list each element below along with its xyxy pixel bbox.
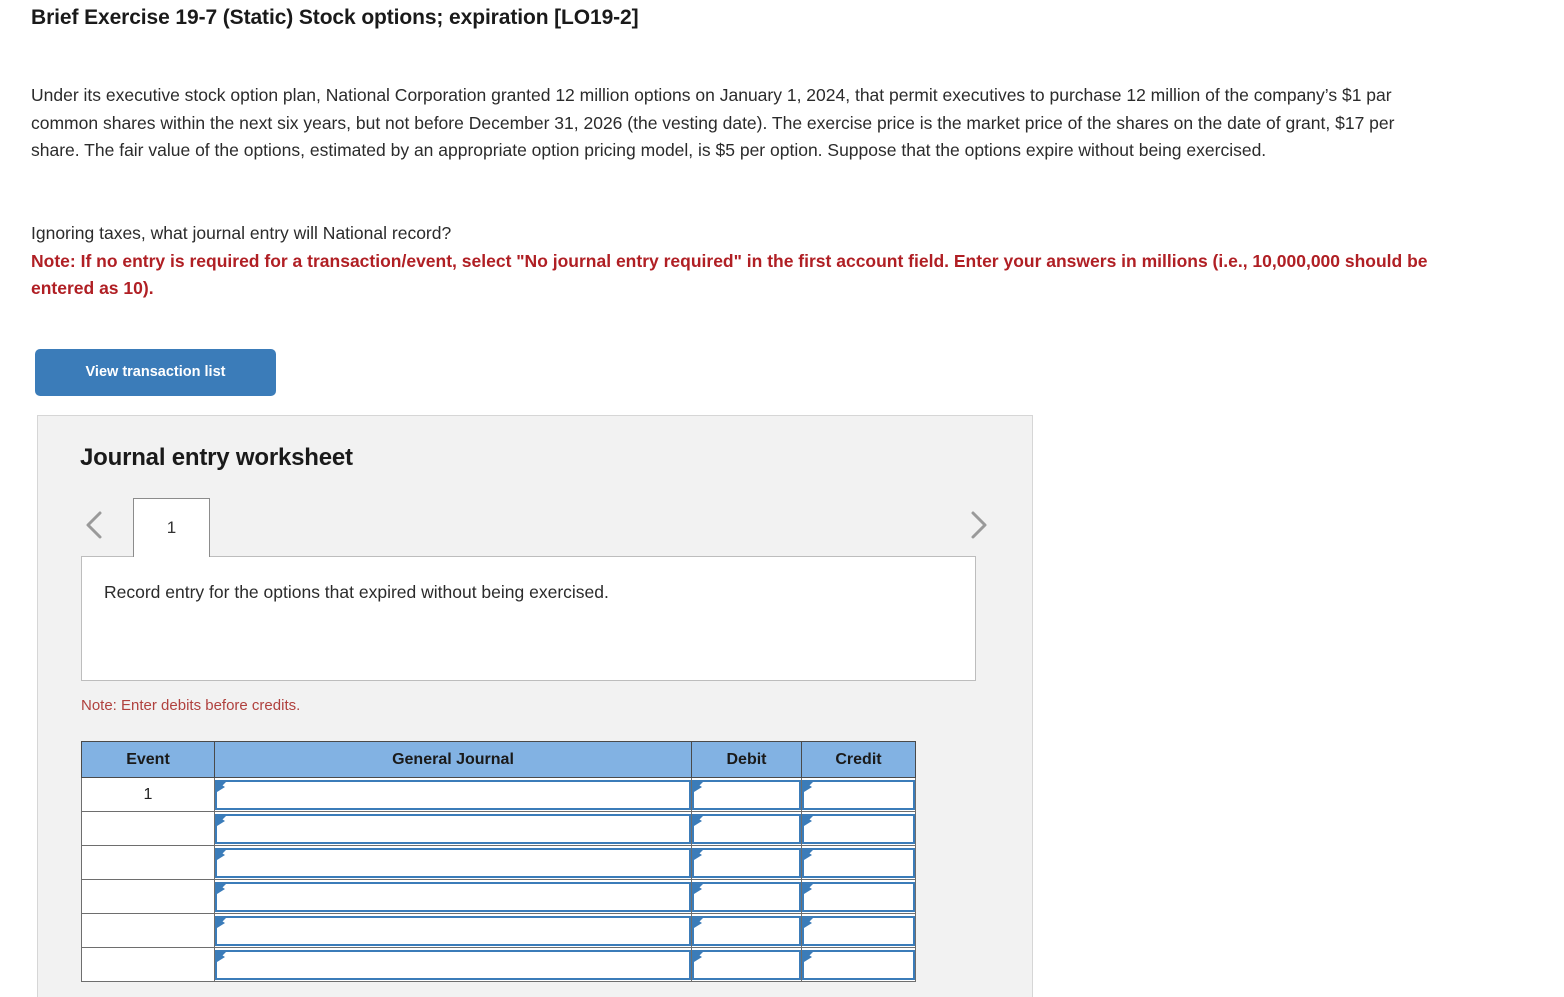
event-cell (81, 811, 215, 846)
answer-format-note: Note: If no entry is required for a tran… (31, 250, 1428, 299)
table-row (81, 811, 916, 846)
credit-input[interactable] (802, 813, 915, 844)
debit-input[interactable] (692, 881, 801, 912)
debit-input[interactable] (692, 813, 801, 844)
account-select-input[interactable] (215, 949, 691, 980)
general-journal-cell (214, 811, 692, 846)
event-cell: 1 (81, 777, 215, 812)
credit-cell (801, 777, 916, 812)
table-row (81, 845, 916, 880)
debit-cell (691, 947, 802, 982)
general-journal-cell (214, 913, 692, 948)
column-header-event: Event (81, 741, 215, 778)
worksheet-description-box: Record entry for the options that expire… (81, 556, 976, 681)
debit-cell (691, 913, 802, 948)
event-cell (81, 947, 215, 982)
account-select-input[interactable] (215, 915, 691, 946)
credit-input[interactable] (802, 949, 915, 980)
credit-cell (801, 811, 916, 846)
debit-cell (691, 811, 802, 846)
credit-cell (801, 913, 916, 948)
event-cell (81, 845, 215, 880)
table-header-row: Event General Journal Debit Credit (81, 741, 916, 778)
worksheet-tab-1[interactable]: 1 (133, 498, 210, 557)
chevron-left-icon[interactable] (80, 508, 110, 542)
column-header-credit: Credit (801, 741, 916, 778)
journal-entry-worksheet-panel: Journal entry worksheet 1 Record entry f… (37, 415, 1033, 997)
credit-input[interactable] (802, 779, 915, 810)
column-header-general-journal: General Journal (214, 741, 692, 778)
account-select-input[interactable] (215, 847, 691, 878)
debit-cell (691, 845, 802, 880)
table-row (81, 879, 916, 914)
account-select-input[interactable] (215, 881, 691, 912)
credit-cell (801, 947, 916, 982)
journal-entry-table: Event General Journal Debit Credit 1 (81, 741, 916, 982)
debit-input[interactable] (692, 915, 801, 946)
table-row: 1 (81, 777, 916, 812)
general-journal-cell (214, 879, 692, 914)
page-title: Brief Exercise 19-7 (Static) Stock optio… (31, 6, 639, 29)
chevron-right-icon[interactable] (963, 508, 993, 542)
debit-input[interactable] (692, 779, 801, 810)
worksheet-title: Journal entry worksheet (80, 444, 353, 471)
table-row (81, 913, 916, 948)
column-header-debit: Debit (691, 741, 802, 778)
general-journal-cell (214, 947, 692, 982)
problem-statement: Under its executive stock option plan, N… (31, 85, 1395, 160)
question-text: Ignoring taxes, what journal entry will … (31, 223, 452, 243)
event-cell (81, 913, 215, 948)
question-block: Ignoring taxes, what journal entry will … (31, 220, 1451, 303)
debit-input[interactable] (692, 949, 801, 980)
event-cell (81, 879, 215, 914)
table-row (81, 947, 916, 982)
debit-cell (691, 777, 802, 812)
view-transaction-list-button[interactable]: View transaction list (35, 349, 276, 396)
credit-input[interactable] (802, 881, 915, 912)
credit-cell (801, 845, 916, 880)
debit-input[interactable] (692, 847, 801, 878)
general-journal-cell (214, 777, 692, 812)
general-journal-cell (214, 845, 692, 880)
account-select-input[interactable] (215, 813, 691, 844)
debits-before-credits-note: Note: Enter debits before credits. (81, 697, 301, 714)
debit-cell (691, 879, 802, 914)
account-select-input[interactable] (215, 779, 691, 810)
credit-cell (801, 879, 916, 914)
credit-input[interactable] (802, 915, 915, 946)
credit-input[interactable] (802, 847, 915, 878)
worksheet-description-text: Record entry for the options that expire… (104, 582, 609, 602)
